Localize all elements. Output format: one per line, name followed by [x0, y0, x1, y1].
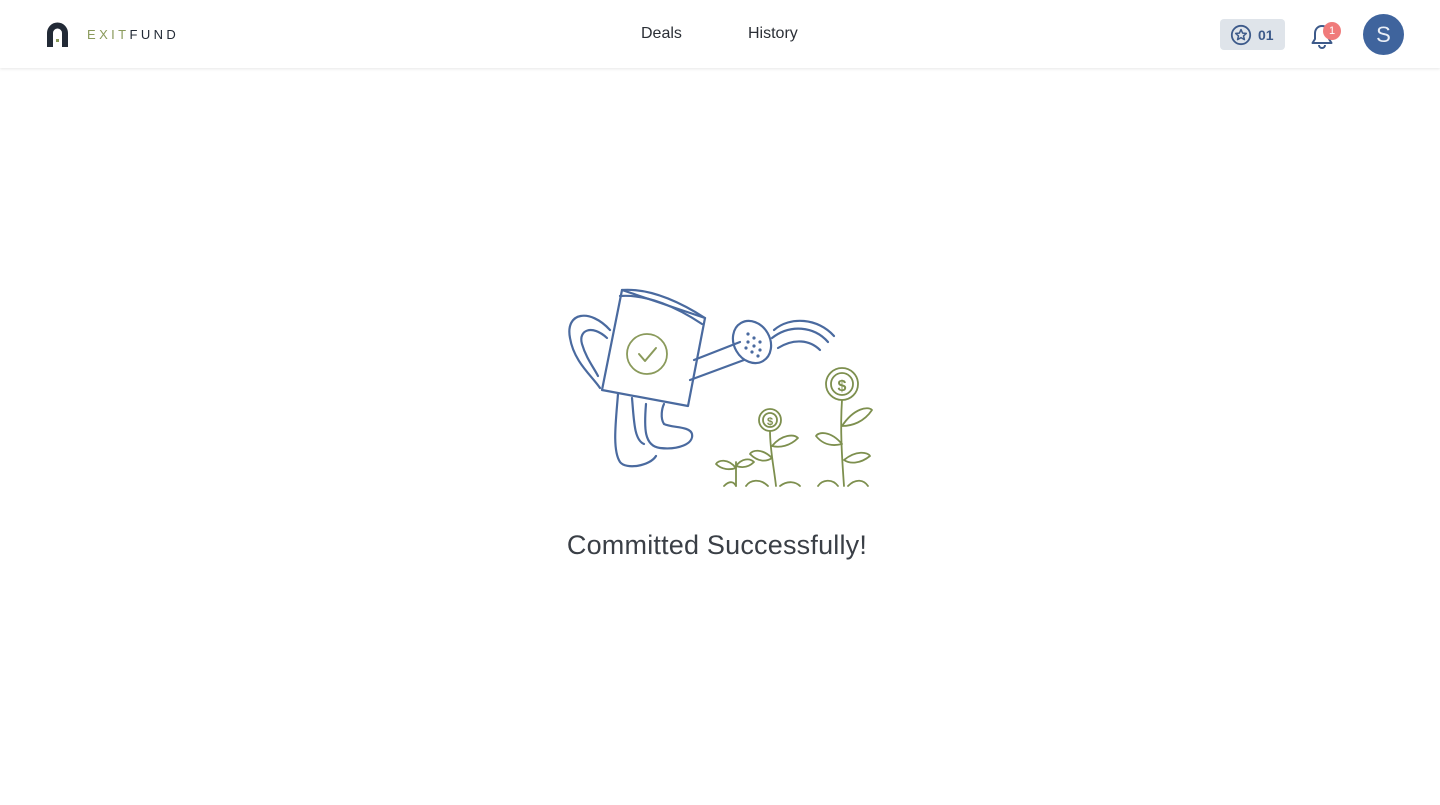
points-value: 01	[1258, 26, 1274, 43]
exitfund-logo[interactable]: EXITFUND	[44, 20, 179, 48]
points-chip[interactable]: 01	[1220, 19, 1285, 50]
user-avatar[interactable]: S	[1363, 14, 1404, 55]
star-badge-icon	[1230, 24, 1252, 45]
nav-history-link[interactable]: History	[748, 0, 798, 68]
svg-text:$: $	[838, 378, 847, 395]
top-navigation-bar: EXITFUND Deals History 01 1 S	[0, 0, 1440, 68]
nav-deals-link[interactable]: Deals	[641, 0, 682, 68]
success-message: Committed Successfully!	[566, 530, 868, 560]
notification-count-badge: 1	[1323, 22, 1341, 40]
logo-wordmark: EXITFUND	[87, 26, 180, 42]
svg-text:$: $	[767, 416, 773, 428]
watering-can-plants-illustration: $ $	[568, 288, 873, 487]
logo-mark-icon	[47, 22, 68, 47]
